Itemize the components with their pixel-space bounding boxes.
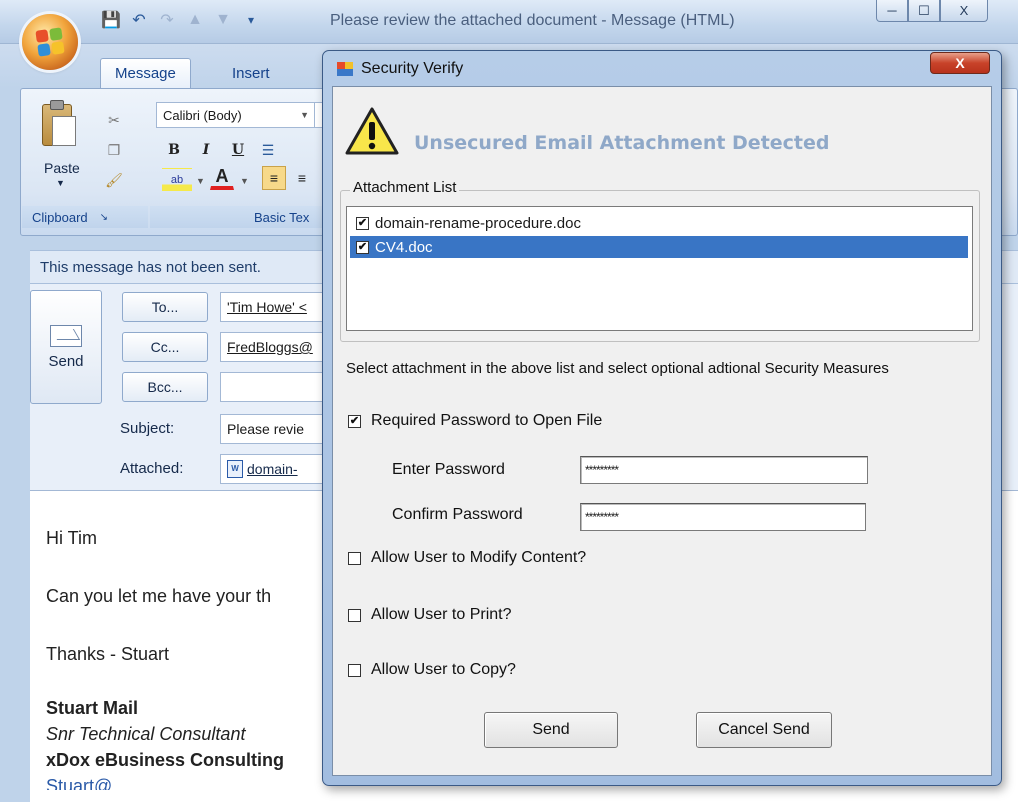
dialog-send-button[interactable]: Send <box>484 712 618 748</box>
instruction-text: Select attachment in the above list and … <box>346 360 889 377</box>
to-button[interactable]: To... <box>122 292 208 322</box>
send-envelope-icon <box>50 324 82 347</box>
enter-password-label: Enter Password <box>392 461 505 478</box>
dialog-title: Security Verify <box>361 60 464 77</box>
warning-heading: Unsecured Email Attachment Detected <box>414 132 830 154</box>
attachment-list-label: Attachment List <box>350 179 460 196</box>
window-title: Please review the attached document - Me… <box>330 12 735 29</box>
cc-button[interactable]: Cc... <box>122 332 208 362</box>
allow-print-checkbox[interactable] <box>348 608 361 622</box>
italic-button[interactable]: I <box>194 138 218 162</box>
dialog-launcher-icon[interactable]: ↘ <box>100 212 108 223</box>
clipboard-label: Clipboard <box>32 209 88 225</box>
send-button[interactable]: Send <box>30 290 102 404</box>
save-icon[interactable]: 💾 <box>100 10 122 30</box>
attachment-row-2[interactable]: ✔ CV4.doc <box>350 236 968 258</box>
paste-icon[interactable] <box>38 98 76 150</box>
dialog-title-bar: Security Verify <box>337 60 463 78</box>
underline-button[interactable]: U <box>226 138 250 162</box>
confirm-password-label: Confirm Password <box>392 506 523 523</box>
paste-dropdown-icon[interactable]: ▼ <box>56 178 65 188</box>
signature-email[interactable]: Stuart@ <box>46 776 112 790</box>
cut-icon[interactable]: ✂ <box>102 108 126 132</box>
window-close-icon[interactable]: X <box>940 0 988 22</box>
signature-company: xDox eBusiness Consulting <box>46 750 285 770</box>
clipboard-group-label: Clipboard ↘ <box>22 206 148 228</box>
tab-message[interactable]: Message <box>100 58 191 88</box>
attached-label: Attached: <box>120 460 184 477</box>
previous-item-icon[interactable]: ▲ <box>184 11 206 29</box>
warning-icon <box>345 107 399 155</box>
attachment-1-name: domain-rename-procedure.doc <box>375 214 581 232</box>
customize-toolbar-icon[interactable]: ▾ <box>240 13 262 27</box>
minimize-icon[interactable]: ─ <box>876 0 908 22</box>
align-left-icon[interactable]: ≡ <box>262 166 286 190</box>
attached-file-link[interactable]: domain- <box>247 461 298 477</box>
allow-print-option[interactable]: Allow User to Print? <box>348 606 512 624</box>
bcc-field[interactable] <box>220 372 330 402</box>
copy-icon[interactable]: ❐ <box>102 138 126 162</box>
bold-button[interactable]: B <box>162 138 186 162</box>
paste-label[interactable]: Paste <box>44 160 80 176</box>
to-field[interactable]: 'Tim Howe' < <box>220 292 330 322</box>
confirm-password-field[interactable]: ********* <box>580 503 866 531</box>
highlight-dropdown-icon[interactable]: ▼ <box>196 176 205 186</box>
tab-insert[interactable]: Insert <box>218 58 284 88</box>
subject-field[interactable]: Please revie <box>220 414 330 444</box>
body-greeting: Hi Tim <box>46 528 97 548</box>
font-name-combo[interactable]: Calibri (Body) ▼ <box>156 102 316 128</box>
cc-field[interactable]: FredBloggs@ <box>220 332 330 362</box>
signature-name: Stuart Mail <box>46 698 139 718</box>
font-color-dropdown-icon[interactable]: ▼ <box>240 176 249 186</box>
next-item-icon[interactable]: ▼ <box>212 11 234 29</box>
attachment-2-name: CV4.doc <box>375 238 433 256</box>
font-name-value: Calibri (Body) <box>163 107 242 123</box>
allow-modify-option[interactable]: Allow User to Modify Content? <box>348 549 586 567</box>
body-signoff: Thanks - Stuart <box>46 644 170 664</box>
maximize-icon[interactable]: ☐ <box>908 0 940 22</box>
chevron-down-icon[interactable]: ▼ <box>300 110 309 120</box>
subject-label: Subject: <box>120 420 175 437</box>
attachment-row-1[interactable]: ✔ domain-rename-procedure.doc <box>350 212 968 234</box>
align-center-icon[interactable]: ≡ <box>290 166 314 190</box>
allow-copy-checkbox[interactable] <box>348 663 361 677</box>
highlight-icon[interactable]: ab <box>162 168 192 192</box>
attached-field[interactable]: W domain- <box>220 454 330 484</box>
bcc-button[interactable]: Bcc... <box>122 372 208 402</box>
quick-access-toolbar: 💾 ↶ ↷ ▲ ▼ ▾ <box>100 6 262 34</box>
attachment-1-checkbox[interactable]: ✔ <box>356 216 369 230</box>
require-password-checkbox[interactable]: ✔ <box>348 414 361 428</box>
basic-text-group-label: Basic Tex <box>150 206 330 228</box>
cancel-send-button[interactable]: Cancel Send <box>696 712 832 748</box>
format-painter-icon[interactable]: 🖌 <box>102 168 126 192</box>
allow-print-label: Allow User to Print? <box>371 606 512 623</box>
enter-password-field[interactable]: ********* <box>580 456 868 484</box>
require-password-option[interactable]: ✔ Required Password to Open File <box>348 412 602 430</box>
font-color-icon[interactable]: A <box>210 166 234 190</box>
close-icon[interactable]: X <box>930 52 990 74</box>
require-password-label: Required Password to Open File <box>371 412 603 429</box>
allow-modify-label: Allow User to Modify Content? <box>371 549 587 566</box>
dialog-app-icon <box>337 62 353 76</box>
redo-icon[interactable]: ↷ <box>156 10 178 30</box>
allow-modify-checkbox[interactable] <box>348 551 361 565</box>
word-doc-icon: W <box>227 460 243 478</box>
body-line-1: Can you let me have your th <box>46 586 272 606</box>
bullets-icon[interactable]: ☰ <box>256 138 280 162</box>
allow-copy-label: Allow User to Copy? <box>371 661 516 678</box>
office-orb-icon[interactable] <box>22 14 78 70</box>
signature-title: Snr Technical Consultant <box>46 724 246 744</box>
undo-icon[interactable]: ↶ <box>128 10 150 30</box>
send-label: Send <box>48 352 84 370</box>
attachment-2-checkbox[interactable]: ✔ <box>356 240 369 254</box>
allow-copy-option[interactable]: Allow User to Copy? <box>348 661 516 679</box>
